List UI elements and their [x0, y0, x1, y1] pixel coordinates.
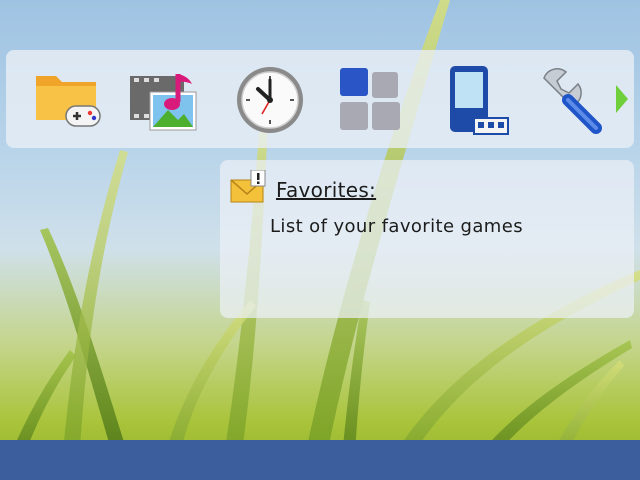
- settings-tools-item[interactable]: [534, 62, 610, 138]
- chevron-right-icon: [616, 85, 628, 113]
- scroll-next-button[interactable]: [614, 83, 630, 115]
- app-menu-bar: [6, 50, 634, 148]
- mobile-device-icon: [450, 66, 509, 135]
- clock-item[interactable]: [232, 62, 308, 138]
- games-folder-icon: [36, 76, 101, 127]
- clock-icon: [237, 67, 303, 133]
- media-gallery-icon: [130, 74, 197, 131]
- settings-tools-icon: [543, 68, 602, 134]
- bottom-soft-key-bar: [0, 440, 640, 480]
- new-message-icon: [230, 170, 266, 203]
- media-gallery-item[interactable]: [126, 62, 202, 138]
- mobile-device-item[interactable]: [436, 62, 512, 138]
- info-description: List of your favorite games: [270, 216, 523, 237]
- item-info-panel: Favorites: List of your favorite games: [220, 160, 634, 318]
- games-folder-item[interactable]: [28, 62, 104, 138]
- info-title: Favorites:: [276, 178, 377, 202]
- applications-grid-icon: [340, 68, 400, 130]
- applications-item[interactable]: [332, 62, 408, 138]
